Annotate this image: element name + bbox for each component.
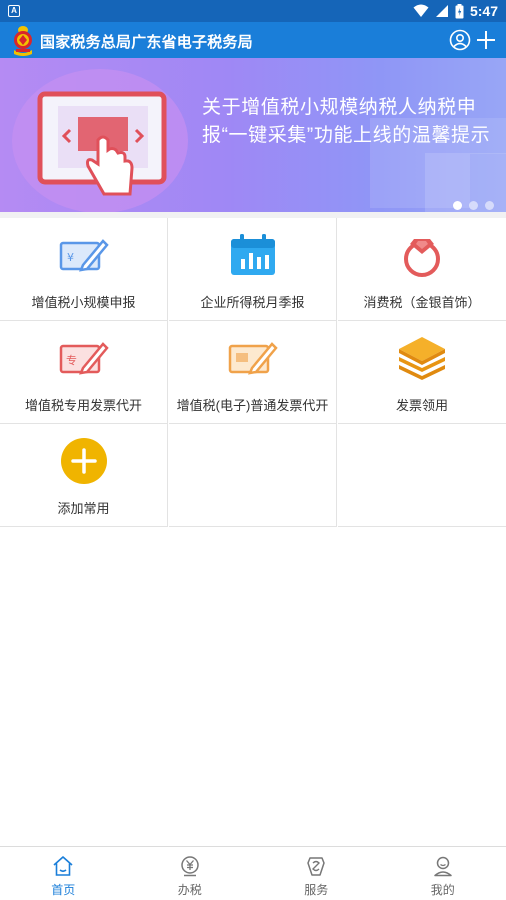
wifi-icon (413, 4, 429, 17)
clock: 5:47 (469, 3, 498, 19)
shortcut-label: 增值税(电子)普通发票代开 (176, 398, 329, 413)
nav-tax[interactable]: 办税 (127, 847, 254, 900)
system-icons: 5:47 (413, 2, 498, 20)
nav-home[interactable]: 首页 (0, 847, 127, 900)
empty-cell (169, 424, 337, 527)
shortcut-vat-e-invoice[interactable]: 增值税(电子)普通发票代开 (169, 321, 337, 424)
signal-icon (435, 5, 448, 17)
banner-dot[interactable] (469, 201, 478, 210)
app-bar: 国家税务总局广东省电子税务局 (0, 22, 506, 58)
e-invoice-pen-icon (228, 342, 278, 375)
shortcut-invoice-collection[interactable]: 发票领用 (338, 321, 506, 424)
special-invoice-pen-icon: 专 (59, 342, 109, 375)
bottom-nav: 首页 办税 服务 我的 (0, 846, 506, 900)
nav-label: 我的 (430, 883, 455, 897)
shortcut-corporate-income-tax[interactable]: 企业所得税月季报 (169, 218, 337, 321)
app-title: 国家税务总局广东省电子税务局 (40, 34, 253, 51)
tax-emblem-icon (14, 26, 32, 56)
empty-cell (338, 424, 506, 527)
promo-banner[interactable]: 关于增值税小规模纳税人纳税申报“一键采集”功能上线的温馨提示 (0, 58, 506, 212)
invoice-pen-icon: ¥ (59, 239, 109, 272)
user-circle-icon[interactable] (449, 29, 471, 51)
service-icon (307, 857, 325, 876)
shortcut-label: 企业所得税月季报 (200, 295, 305, 310)
shortcut-vat-special-invoice[interactable]: 专 增值税专用发票代开 (0, 321, 168, 424)
banner-headline: 关于增值税小规模纳税人纳税申报“一键采集”功能上线的温馨提示 (202, 97, 491, 146)
yen-coin-icon (181, 856, 199, 877)
nav-label: 办税 (177, 883, 202, 897)
shortcut-vat-small-declaration[interactable]: ¥ 增值税小规模申报 (0, 218, 168, 321)
add-circle-icon (60, 438, 107, 484)
shortcut-label: 发票领用 (395, 398, 448, 413)
shortcut-label: 消费税（金银首饰） (363, 295, 481, 310)
nav-label: 服务 (304, 883, 329, 897)
diamond-ring-icon (404, 239, 440, 277)
shortcut-consumption-tax-jewelry[interactable]: 消费税（金银首饰） (338, 218, 506, 321)
nav-service[interactable]: 服务 (253, 847, 380, 900)
svg-text:¥: ¥ (67, 251, 74, 264)
banner-dot[interactable] (453, 201, 462, 210)
touch-screen-illustration (12, 69, 188, 212)
nav-label: 首页 (51, 883, 76, 897)
banner-dot[interactable] (485, 201, 494, 210)
calendar-chart-icon (230, 234, 275, 275)
svg-text:专: 专 (66, 353, 77, 367)
plus-icon[interactable] (474, 28, 498, 52)
home-icon (53, 856, 73, 876)
shortcut-add-favorite[interactable]: 添加常用 (0, 424, 168, 527)
notification-a-icon: A (8, 5, 20, 17)
shortcut-label: 增值税专用发票代开 (24, 398, 142, 413)
shortcut-label: 增值税小规模申报 (31, 295, 136, 310)
person-icon (434, 856, 452, 877)
battery-icon (455, 3, 464, 18)
nav-mine[interactable]: 我的 (380, 847, 506, 900)
stacked-layers-icon (399, 337, 445, 380)
shortcut-label: 添加常用 (57, 501, 110, 516)
banner-pager (453, 201, 494, 210)
status-bar: A 5:47 (0, 0, 506, 22)
